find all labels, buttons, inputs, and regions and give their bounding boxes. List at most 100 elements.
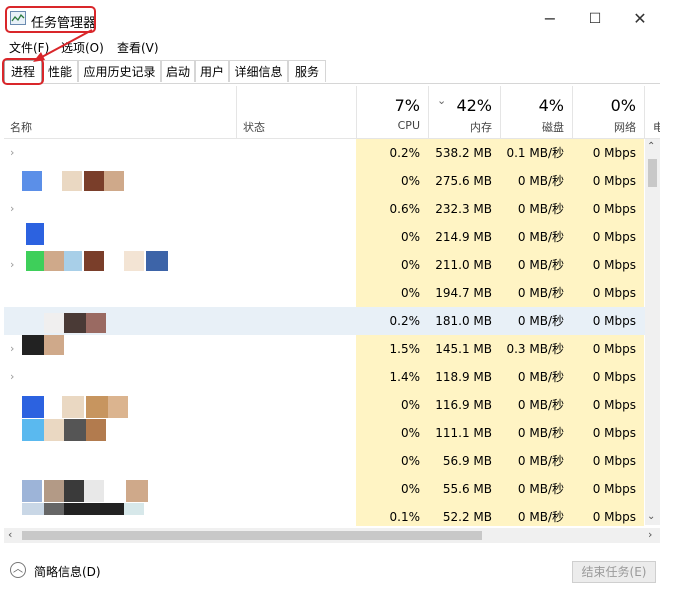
collapse-icon[interactable]: ︿ bbox=[10, 562, 26, 578]
table-row[interactable]: › 1.4% 118.9 MB 0 MB/秒 0 Mbps bbox=[4, 363, 660, 391]
memory-value: 232.3 MB bbox=[428, 195, 500, 223]
table-row[interactable]: › 0% 211.0 MB 0 MB/秒 0 Mbps bbox=[4, 251, 660, 279]
memory-value: 275.6 MB bbox=[428, 167, 500, 195]
network-value: 0 Mbps bbox=[572, 251, 644, 279]
disk-value: 0.1 MB/秒 bbox=[500, 139, 572, 167]
cpu-total: 7% bbox=[394, 96, 420, 115]
minimize-button[interactable]: − bbox=[535, 8, 565, 30]
table-row[interactable]: 0.1% 52.2 MB 0 MB/秒 0 Mbps bbox=[4, 503, 660, 526]
disk-value: 0 MB/秒 bbox=[500, 363, 572, 391]
blurred-process-icon bbox=[62, 396, 84, 418]
scroll-right-icon[interactable]: › bbox=[648, 528, 652, 541]
blurred-process-icon bbox=[64, 313, 86, 333]
column-status[interactable]: 状态 bbox=[243, 119, 265, 135]
column-name[interactable]: 名称 bbox=[10, 119, 32, 135]
cpu-value: 0% bbox=[356, 419, 428, 447]
memory-value: 52.2 MB bbox=[428, 503, 500, 526]
chevron-right-icon[interactable]: › bbox=[10, 258, 14, 271]
task-manager-window: 任务管理器 − ☐ ✕ 文件(F) 选项(O) 查看(V) 进程 性能 应用历史… bbox=[0, 0, 678, 591]
table-row[interactable]: 0% 194.7 MB 0 MB/秒 0 Mbps bbox=[4, 279, 660, 307]
table-row[interactable]: 0% 214.9 MB 0 MB/秒 0 Mbps bbox=[4, 223, 660, 251]
disk-value: 0.3 MB/秒 bbox=[500, 335, 572, 363]
cpu-value: 0% bbox=[356, 475, 428, 503]
column-status-cell: 状态 bbox=[236, 86, 356, 138]
tab-details[interactable]: 详细信息 bbox=[229, 60, 288, 82]
column-network[interactable]: 0% 网络 bbox=[572, 86, 644, 138]
blurred-process-icon bbox=[26, 223, 44, 245]
blurred-process-icon bbox=[22, 335, 44, 355]
vertical-scroll-thumb[interactable] bbox=[648, 159, 657, 187]
table-row[interactable]: 0% 56.9 MB 0 MB/秒 0 Mbps bbox=[4, 447, 660, 475]
horizontal-scrollbar[interactable]: ‹ › bbox=[4, 528, 660, 543]
disk-value: 0 MB/秒 bbox=[500, 447, 572, 475]
table-row[interactable]: › 1.5% 145.1 MB 0.3 MB/秒 0 Mbps bbox=[4, 335, 660, 363]
column-power[interactable]: 电 bbox=[644, 86, 660, 138]
scroll-up-icon[interactable]: ⌃ bbox=[647, 141, 655, 152]
memory-label: 内存 bbox=[470, 121, 492, 134]
table-row[interactable]: › 0.2% 538.2 MB 0.1 MB/秒 0 Mbps bbox=[4, 139, 660, 167]
cpu-value: 0.2% bbox=[356, 307, 428, 335]
table-row[interactable]: 0% 55.6 MB 0 MB/秒 0 Mbps bbox=[4, 475, 660, 503]
disk-value: 0 MB/秒 bbox=[500, 279, 572, 307]
network-value: 0 Mbps bbox=[572, 223, 644, 251]
close-button[interactable]: ✕ bbox=[625, 8, 655, 30]
table-row[interactable]: › 0.6% 232.3 MB 0 MB/秒 0 Mbps bbox=[4, 195, 660, 223]
table-row[interactable]: 0% 111.1 MB 0 MB/秒 0 Mbps bbox=[4, 419, 660, 447]
maximize-button[interactable]: ☐ bbox=[580, 8, 610, 30]
disk-value: 0 MB/秒 bbox=[500, 167, 572, 195]
end-task-button[interactable]: 结束任务(E) bbox=[572, 561, 656, 583]
network-total: 0% bbox=[610, 96, 636, 115]
chevron-right-icon[interactable]: › bbox=[10, 342, 14, 355]
table-row[interactable]: 0% 116.9 MB 0 MB/秒 0 Mbps bbox=[4, 391, 660, 419]
disk-value: 0 MB/秒 bbox=[500, 475, 572, 503]
table-row[interactable]: 0.2% 181.0 MB 0 MB/秒 0 Mbps bbox=[4, 307, 660, 335]
blurred-process-icon bbox=[84, 480, 104, 502]
blurred-process-icon bbox=[64, 419, 86, 441]
tab-services[interactable]: 服务 bbox=[288, 60, 326, 82]
brief-info-link[interactable]: 简略信息(D) bbox=[34, 563, 101, 580]
tab-startup[interactable]: 启动 bbox=[161, 60, 195, 82]
vertical-scrollbar[interactable]: ⌃ ⌄ bbox=[645, 139, 660, 525]
blurred-process-icon bbox=[84, 171, 104, 191]
column-disk[interactable]: 4% 磁盘 bbox=[500, 86, 572, 138]
memory-value: 181.0 MB bbox=[428, 307, 500, 335]
network-label: 网络 bbox=[614, 121, 636, 134]
table-header: 名称 状态 7% CPU ⌄ 42% 内存 4% 磁盘 0% 网络 电 bbox=[4, 86, 660, 139]
memory-total: 42% bbox=[456, 96, 492, 115]
disk-value: 0 MB/秒 bbox=[500, 419, 572, 447]
annotation-arrow bbox=[33, 29, 93, 62]
menu-view[interactable]: 查看(V) bbox=[117, 39, 159, 56]
disk-value: 0 MB/秒 bbox=[500, 307, 572, 335]
disk-value: 0 MB/秒 bbox=[500, 195, 572, 223]
chevron-right-icon[interactable]: › bbox=[10, 202, 14, 215]
chevron-down-icon: ⌄ bbox=[437, 94, 447, 107]
scroll-left-icon[interactable]: ‹ bbox=[8, 528, 12, 541]
column-cpu[interactable]: 7% CPU bbox=[356, 86, 428, 138]
blurred-process-icon bbox=[146, 251, 168, 271]
network-value: 0 Mbps bbox=[572, 335, 644, 363]
chevron-right-icon[interactable]: › bbox=[10, 146, 14, 159]
cpu-value: 0% bbox=[356, 279, 428, 307]
tab-users[interactable]: 用户 bbox=[195, 60, 229, 82]
blurred-process-icon bbox=[22, 503, 44, 515]
horizontal-scroll-thumb[interactable] bbox=[22, 531, 482, 540]
disk-value: 0 MB/秒 bbox=[500, 223, 572, 251]
cpu-value: 0% bbox=[356, 167, 428, 195]
column-memory[interactable]: ⌄ 42% 内存 bbox=[428, 86, 500, 138]
network-value: 0 Mbps bbox=[572, 475, 644, 503]
blurred-process-icon bbox=[62, 171, 82, 191]
blurred-process-icon bbox=[22, 480, 42, 502]
network-value: 0 Mbps bbox=[572, 279, 644, 307]
tabs-divider bbox=[4, 83, 660, 84]
chevron-right-icon[interactable]: › bbox=[10, 370, 14, 383]
blurred-process-icon bbox=[44, 503, 64, 515]
cpu-value: 0% bbox=[356, 251, 428, 279]
scroll-down-icon[interactable]: ⌄ bbox=[647, 511, 655, 522]
cpu-value: 0% bbox=[356, 447, 428, 475]
disk-value: 0 MB/秒 bbox=[500, 251, 572, 279]
disk-total: 4% bbox=[538, 96, 564, 115]
table-row[interactable]: 0% 275.6 MB 0 MB/秒 0 Mbps bbox=[4, 167, 660, 195]
network-value: 0 Mbps bbox=[572, 363, 644, 391]
blurred-process-icon bbox=[64, 503, 124, 515]
footer-bar: ︿ 简略信息(D) 结束任务(E) bbox=[0, 548, 678, 591]
